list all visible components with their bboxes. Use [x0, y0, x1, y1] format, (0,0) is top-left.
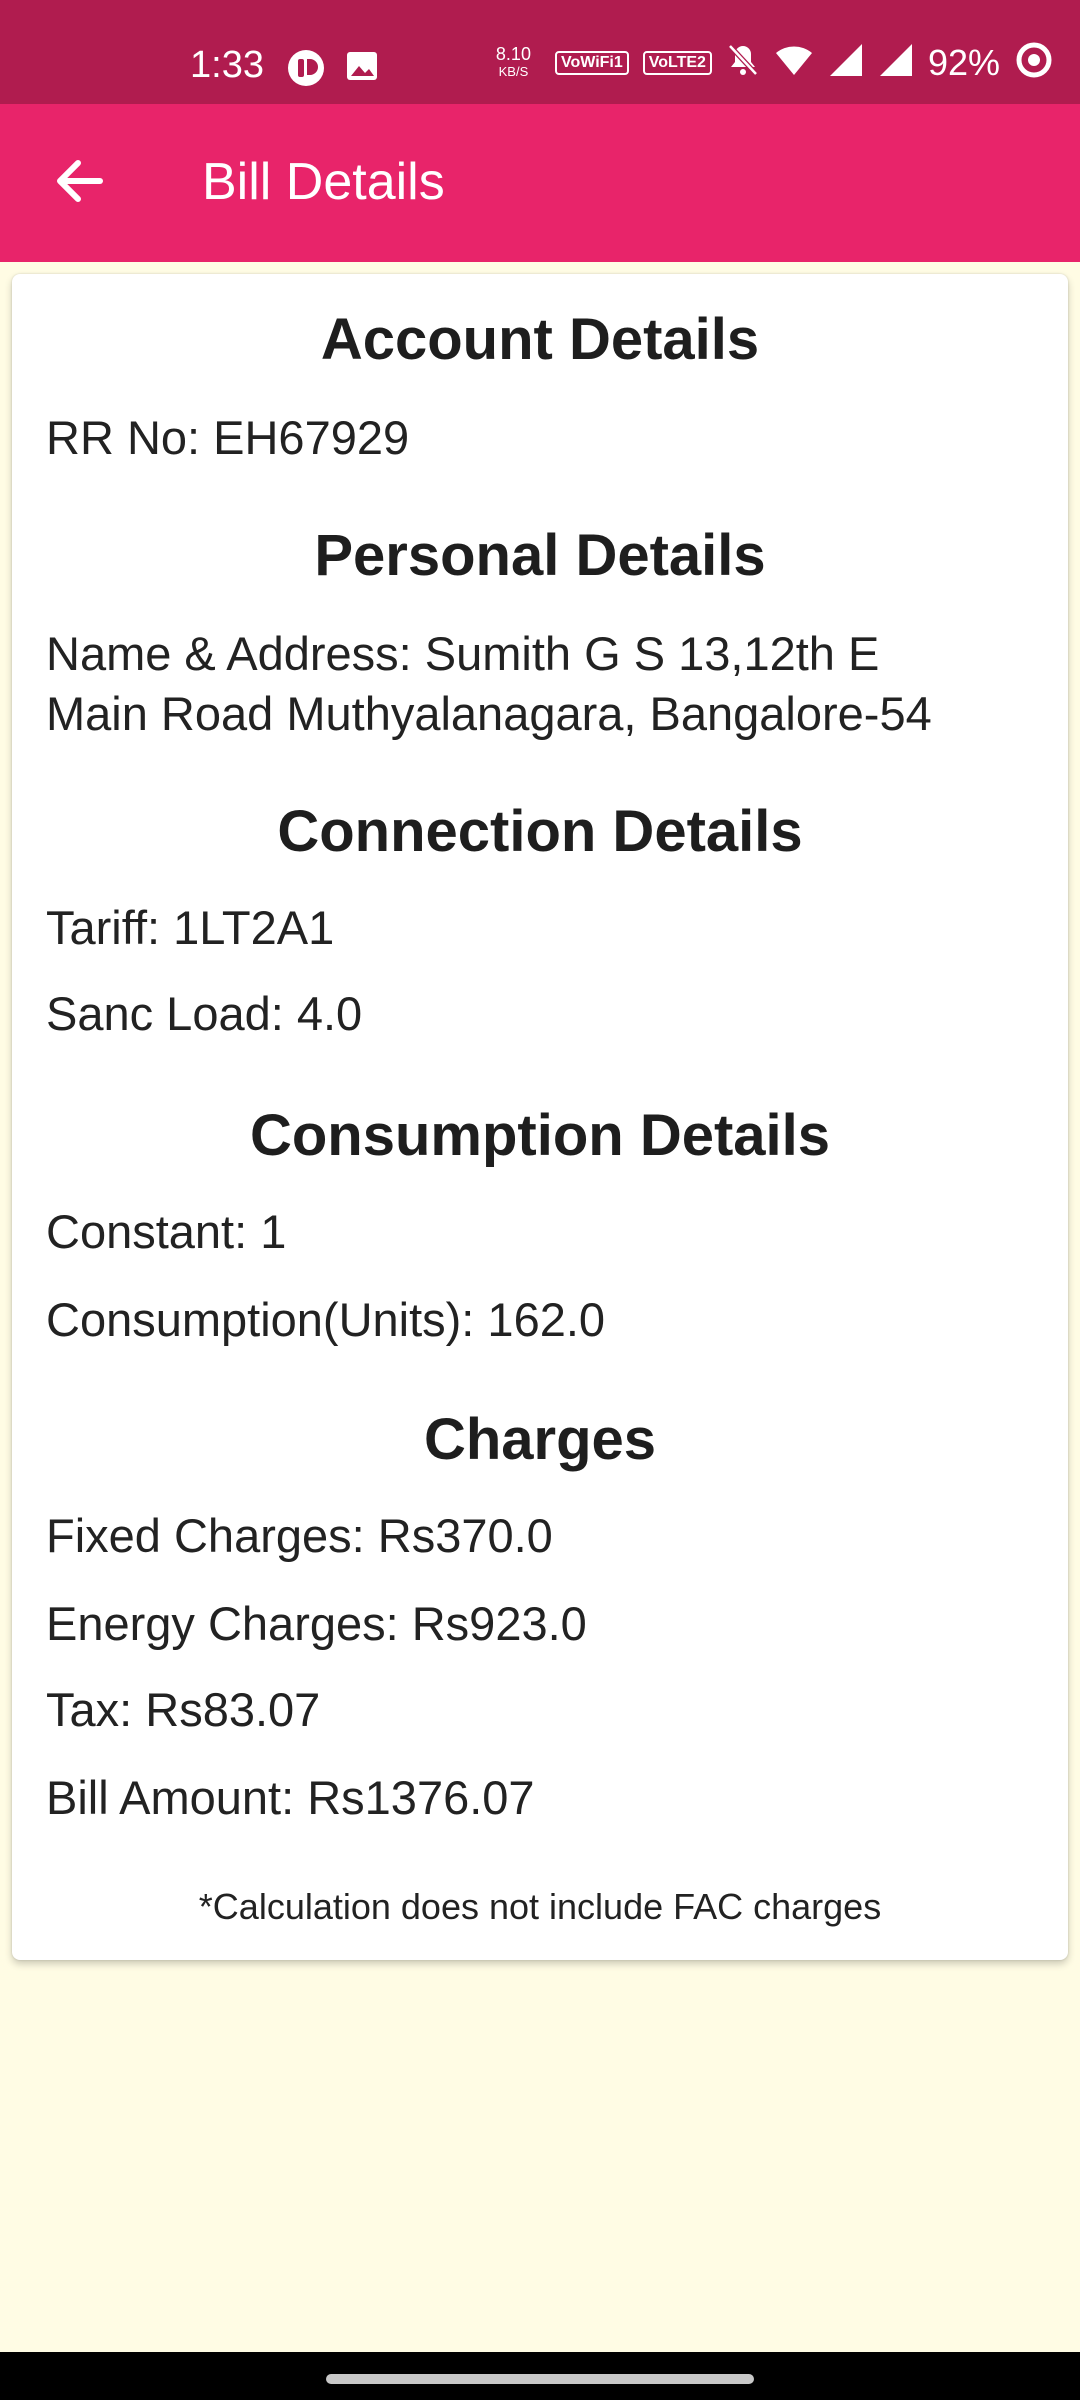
- vowifi-badge: VoWiFi1: [554, 50, 629, 75]
- constant: Constant: 1: [46, 1205, 287, 1258]
- wifi-icon: [774, 43, 814, 82]
- tax: Tax: Rs83.07: [46, 1683, 321, 1736]
- bill-amount: Bill Amount: Rs1376.07: [46, 1771, 535, 1824]
- connection-details-heading: Connection Details: [277, 799, 803, 864]
- tariff: Tariff: 1LT2A1: [46, 901, 335, 954]
- status-bar: 1:33 8.10 KB/S VoWiFi1 VoLTE2 92%: [0, 0, 1080, 104]
- name-address-line1: Name & Address: Sumith G S 13,12th E: [46, 627, 880, 680]
- consumption-details-heading: Consumption Details: [249, 1103, 831, 1168]
- app-bar: Bill Details: [0, 104, 1080, 262]
- image-notification-icon: [344, 48, 380, 93]
- battery-percent: 92%: [927, 41, 1000, 83]
- back-button[interactable]: [40, 144, 118, 222]
- charges-heading: Charges: [423, 1407, 657, 1472]
- rr-number: RR No: EH67929: [46, 411, 410, 464]
- navigation-bar: [0, 2352, 1080, 2400]
- bill-details-card: Account Details RR No: EH67929 Personal …: [12, 274, 1068, 1960]
- signal-icon: [878, 42, 914, 83]
- energy-charges: Energy Charges: Rs923.0: [46, 1597, 587, 1650]
- mute-icon: [726, 42, 760, 83]
- fac-disclaimer: *Calculation does not include FAC charge…: [198, 1886, 882, 1927]
- net-speed: 8.10 KB/S: [495, 43, 531, 79]
- consumption-units: Consumption(Units): 162.0: [46, 1293, 606, 1346]
- account-details-heading: Account Details: [320, 307, 760, 372]
- volte-badge: VoLTE2: [642, 50, 712, 75]
- fixed-charges: Fixed Charges: Rs370.0: [46, 1509, 553, 1562]
- signal-icon: [828, 42, 864, 83]
- battery-ring-icon: [1014, 40, 1054, 85]
- name-address-line2: Main Road Muthyalanagara, Bangalore-54: [46, 687, 932, 740]
- sanc-load: Sanc Load: 4.0: [46, 987, 363, 1040]
- arrow-back-icon: [54, 159, 104, 208]
- status-time: 1:33: [190, 44, 264, 86]
- page-title: Bill Details: [202, 153, 445, 211]
- app-notification-icon: [286, 48, 326, 93]
- home-gesture-handle[interactable]: [326, 2374, 754, 2384]
- personal-details-heading: Personal Details: [314, 523, 766, 588]
